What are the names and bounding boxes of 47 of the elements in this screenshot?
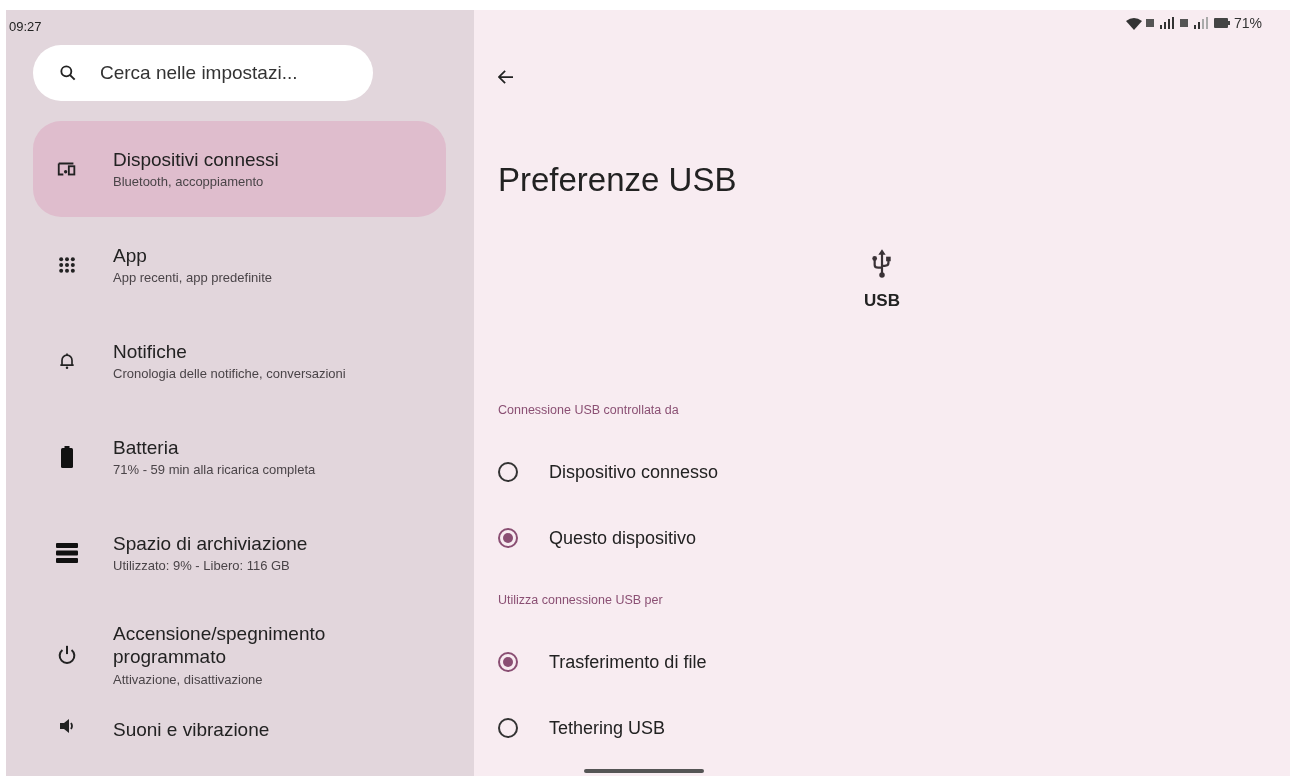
section-header: Utilizza connessione USB per bbox=[498, 593, 663, 607]
item-title: Dispositivi connessi bbox=[113, 148, 280, 172]
page-title: Preferenze USB bbox=[498, 161, 737, 199]
settings-item[interactable]: Suoni e vibrazione bbox=[33, 709, 446, 769]
power-icon bbox=[56, 644, 78, 666]
item-subtitle: Cronologia delle notifiche, conversazioni bbox=[113, 366, 347, 382]
settings-item[interactable]: App App recenti, app predefinite bbox=[33, 217, 446, 313]
bell-icon bbox=[57, 351, 77, 371]
storage-icon bbox=[56, 543, 78, 563]
usb-icon bbox=[871, 249, 893, 279]
status-time: 09:27 bbox=[8, 18, 42, 34]
radio-button[interactable] bbox=[498, 718, 518, 738]
radio-button[interactable] bbox=[498, 462, 518, 482]
settings-item[interactable]: Dispositivi connessi Bluetooth, accoppiamento bbox=[33, 121, 446, 217]
option-label[interactable]: Trasferimento di file bbox=[549, 651, 707, 673]
item-title: Spazio di archiviazione bbox=[113, 532, 309, 556]
item-title: Notifiche bbox=[113, 340, 188, 364]
item-subtitle: Utilizzato: 9% - Libero: 116 GB bbox=[113, 558, 291, 574]
radio-button[interactable] bbox=[498, 652, 518, 672]
item-title: Suoni e vibrazione bbox=[113, 719, 271, 742]
back-arrow-icon[interactable] bbox=[498, 70, 514, 84]
battery-icon bbox=[1213, 18, 1230, 28]
settings-item[interactable]: Spazio di archiviazione Utilizzato: 9% - Libero: 116 GB bbox=[33, 505, 446, 601]
radio-button[interactable] bbox=[498, 528, 518, 548]
item-subtitle: 71% - 59 min alla ricarica completa bbox=[113, 462, 317, 478]
item-subtitle: Bluetooth, accoppiamento bbox=[113, 174, 265, 190]
apps-grid-icon bbox=[57, 255, 77, 275]
option-label[interactable]: Tethering USB bbox=[549, 717, 666, 739]
speaker-icon bbox=[60, 719, 74, 733]
option-label[interactable]: Questo dispositivo bbox=[549, 527, 697, 549]
item-subtitle: App recenti, app predefinite bbox=[113, 270, 273, 286]
item-title: Accensione/spegnimento programmato bbox=[113, 623, 327, 669]
settings-item[interactable]: Batteria 71% - 59 min alla ricarica completa bbox=[33, 409, 446, 505]
signal-icon bbox=[1179, 17, 1210, 29]
item-title: App bbox=[113, 244, 148, 268]
settings-item[interactable]: Accensione/spegnimento programmato Attivazione, disattivazione bbox=[33, 601, 446, 709]
option-label[interactable]: Dispositivo connesso bbox=[549, 461, 719, 483]
search-field[interactable]: Cerca nelle impostazi... bbox=[33, 45, 373, 101]
item-subtitle: Attivazione, disattivazione bbox=[113, 671, 264, 687]
battery-percent: 71% bbox=[1233, 15, 1262, 31]
battery-icon bbox=[61, 446, 73, 468]
wifi-icon bbox=[1125, 16, 1142, 30]
section-header: Connessione USB controllata da bbox=[498, 403, 679, 417]
settings-item[interactable]: Notifiche Cronologia delle notifiche, conversazioni bbox=[33, 313, 446, 409]
signal-icon bbox=[1145, 17, 1176, 29]
device-label: USB bbox=[864, 291, 900, 311]
item-title: Batteria bbox=[113, 436, 180, 460]
